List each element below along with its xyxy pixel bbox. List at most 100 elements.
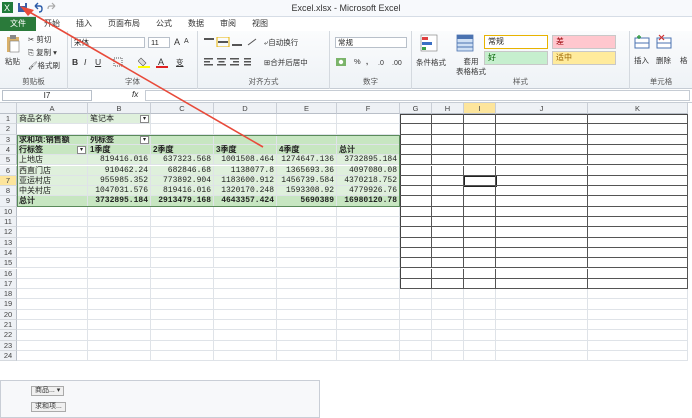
cell[interactable] [88,258,151,269]
cell[interactable] [588,258,688,269]
row-header-14[interactable]: 14 [0,247,17,259]
cell[interactable] [151,227,214,238]
percent-button[interactable]: % [354,57,361,66]
shrink-font-button[interactable]: A [184,38,189,45]
cell[interactable] [214,340,277,351]
pivot-column-header[interactable]: 4季度 [277,144,337,156]
tab-page-layout[interactable]: 页面布局 [100,17,148,31]
format-as-table-icon[interactable] [456,34,474,52]
cell[interactable] [496,350,588,362]
cell[interactable] [17,227,88,238]
cell[interactable] [400,278,432,290]
cell[interactable] [464,330,496,341]
cell[interactable] [151,268,214,279]
cell[interactable] [214,309,277,320]
cell[interactable] [400,289,432,300]
cell[interactable] [277,289,337,300]
pivot-value-cell[interactable]: 1456739.584 [277,175,337,187]
cell[interactable] [151,309,214,320]
cell[interactable] [588,165,688,176]
pivot-value-cell[interactable]: 1001508.464 [214,155,277,166]
cell[interactable] [588,309,688,320]
pivot-value-cell[interactable]: 4779926.76 [337,186,400,197]
cell[interactable] [432,227,464,238]
style-normal[interactable]: 常规 [484,35,548,49]
cell[interactable] [151,299,214,310]
select-all-corner[interactable] [0,103,17,114]
cell[interactable] [337,289,400,300]
cell[interactable] [151,217,214,228]
selected-cell[interactable] [463,174,497,188]
pivot-value-cell[interactable]: 1183600.912 [214,175,277,187]
cell[interactable] [400,227,432,238]
cell[interactable] [17,247,88,259]
copy-button[interactable]: ⎘ 复制 ▾ [28,47,57,58]
cell[interactable] [400,299,432,310]
column-header-e[interactable]: E [277,103,337,114]
cell[interactable] [432,186,464,197]
cell[interactable] [88,350,151,362]
cell[interactable] [17,268,88,279]
cell[interactable] [88,227,151,238]
pivot-column-header[interactable]: 2季度 [151,144,214,156]
cell[interactable] [337,340,400,351]
cell[interactable] [337,206,400,217]
horizontal-align-icons[interactable] [204,57,260,67]
cell[interactable] [464,155,496,166]
cell[interactable] [464,227,496,238]
grand-total-label[interactable]: 总计 [17,196,88,207]
cell[interactable] [88,309,151,320]
pivot-value-cell[interactable]: 682846.68 [151,165,214,176]
cell[interactable] [496,124,588,135]
cell[interactable] [588,134,688,145]
cell[interactable] [151,124,214,135]
cell[interactable] [496,268,588,279]
cell[interactable] [464,217,496,228]
cell[interactable] [151,289,214,300]
cell[interactable] [400,165,432,176]
cell[interactable] [214,217,277,228]
row-header-15[interactable]: 15 [0,258,17,269]
cell[interactable] [496,258,588,269]
row-header-6[interactable]: 6 [0,165,17,176]
cell[interactable] [588,227,688,238]
pivot-column-header[interactable]: 3季度 [214,144,277,156]
row-header-7[interactable]: 7 [0,175,17,187]
tab-formulas[interactable]: 公式 [148,17,180,31]
paste-button[interactable]: 粘贴 [5,56,20,67]
cell[interactable] [432,124,464,135]
fx-icon[interactable]: fx [132,90,138,99]
pivot-header-cell[interactable] [277,134,337,145]
row-header-1[interactable]: 1 [0,114,17,125]
filter-dropdown-icon[interactable]: ▾ [77,145,86,154]
paste-icon[interactable] [5,34,21,54]
cell[interactable] [464,247,496,259]
cell[interactable] [17,278,88,290]
cell[interactable] [588,278,688,290]
cell[interactable] [337,278,400,290]
insert-cells-icon[interactable] [634,34,650,50]
cell[interactable] [432,134,464,145]
cell[interactable] [214,330,277,341]
row-header-9[interactable]: 9 [0,196,17,207]
cell[interactable] [432,237,464,248]
format-as-table-button[interactable]: 套用 表格格式 [456,57,486,77]
cell[interactable] [277,258,337,269]
font-name-select[interactable]: 宋体 [71,37,145,48]
pivot-value-cell[interactable]: 955985.352 [88,175,151,187]
cell[interactable] [88,268,151,279]
cell[interactable] [400,114,432,125]
cell[interactable] [496,144,588,156]
border-icon[interactable] [113,57,123,67]
format-cells-button[interactable]: 格 [680,55,688,66]
cell[interactable] [151,320,214,331]
number-format-select[interactable]: 常规 [335,37,407,48]
cell[interactable] [432,206,464,217]
cell[interactable] [496,309,588,320]
row-header-24[interactable]: 24 [0,350,17,362]
row-header-23[interactable]: 23 [0,340,17,351]
cell[interactable] [588,217,688,228]
style-good[interactable]: 好 [484,51,548,65]
cell[interactable] [588,155,688,166]
cell[interactable] [432,247,464,259]
